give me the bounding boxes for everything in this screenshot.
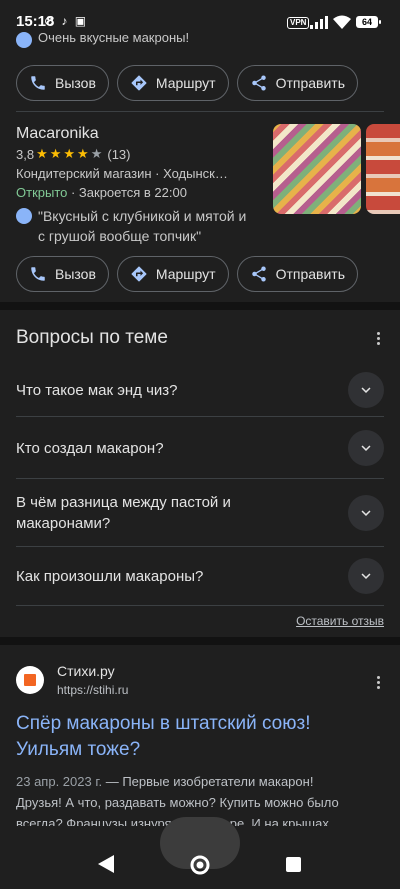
chevron-down-icon[interactable] bbox=[348, 430, 384, 466]
call-label: Вызов bbox=[55, 266, 96, 282]
signal-icon bbox=[310, 16, 328, 29]
share-label: Отправить bbox=[275, 75, 345, 91]
star-icon: ★ bbox=[77, 146, 89, 161]
call-button[interactable]: Вызов bbox=[16, 256, 109, 292]
share-button[interactable]: Отправить bbox=[236, 65, 358, 101]
recents-square-icon[interactable] bbox=[286, 857, 301, 872]
place-photo[interactable] bbox=[273, 124, 361, 214]
snippet-text: Друзья! А что, раздавать можно? Купить м… bbox=[16, 795, 339, 810]
rating-value: 3,8 bbox=[16, 146, 35, 162]
star-icon: ★ bbox=[36, 146, 48, 161]
rating-count: (13) bbox=[107, 146, 131, 162]
question-text: Что такое мак энд чиз? bbox=[16, 381, 178, 399]
result-title-link[interactable]: Спёр макароны в штатский союз! Уильям то… bbox=[16, 711, 384, 763]
closing-time: · Закроется в 22:00 bbox=[67, 185, 187, 200]
battery-icon: 64 bbox=[356, 16, 381, 28]
result-date: 23 апр. 2023 г. bbox=[16, 774, 103, 789]
vpn-icon: VPN bbox=[287, 17, 310, 29]
place-review: "Вкусный с клубникой и мятой и с грушой … bbox=[16, 206, 266, 246]
section-separator bbox=[0, 637, 400, 645]
call-label: Вызов bbox=[55, 75, 96, 91]
divider bbox=[16, 416, 384, 417]
divider bbox=[16, 605, 384, 606]
review-line: "Вкусный с клубникой и мятой и bbox=[38, 208, 247, 224]
star-empty-icon: ★ bbox=[90, 146, 103, 161]
star-icon: ★ bbox=[49, 146, 62, 161]
question-item[interactable]: В чём разница между пастой и макаронами? bbox=[16, 482, 384, 544]
place-name: Macaronika bbox=[16, 125, 99, 142]
call-button[interactable]: Вызов bbox=[16, 65, 109, 101]
review-snippet: Очень вкусные макроны! bbox=[38, 30, 190, 45]
questions-title: Вопросы по теме bbox=[16, 327, 168, 348]
chevron-down-icon[interactable] bbox=[348, 495, 384, 531]
chevron-down-icon[interactable] bbox=[348, 372, 384, 408]
more-vert-icon[interactable] bbox=[372, 676, 384, 689]
section-separator bbox=[0, 302, 400, 310]
chevron-down-icon[interactable] bbox=[348, 558, 384, 594]
question-text: Как произошли макароны? bbox=[16, 567, 204, 585]
site-name[interactable]: Стихи.ру bbox=[57, 663, 115, 679]
route-button[interactable]: Маршрут bbox=[116, 65, 229, 101]
question-item[interactable]: Кто создал макарон? bbox=[16, 420, 384, 476]
question-item[interactable]: Что такое мак энд чиз? bbox=[16, 364, 384, 416]
home-circle-icon[interactable] bbox=[190, 855, 210, 875]
place-photo[interactable] bbox=[366, 124, 400, 214]
route-button[interactable]: Маршрут bbox=[116, 256, 229, 292]
question-item[interactable]: Как произошли макароны? bbox=[16, 550, 384, 602]
question-text: Кто создал макарон? bbox=[16, 439, 164, 457]
result-title-line: Уильям тоже? bbox=[16, 739, 141, 760]
wifi-icon bbox=[333, 15, 351, 29]
route-label: Маршрут bbox=[155, 75, 216, 91]
place-listing[interactable]: Macaronika 3,8 ★ ★ ★ ★ ★ (13) Кондитерск… bbox=[16, 125, 266, 246]
reviewer-avatar bbox=[16, 208, 32, 224]
back-triangle-icon[interactable] bbox=[98, 855, 114, 873]
divider bbox=[16, 111, 384, 112]
star-icon: ★ bbox=[63, 146, 76, 161]
directions-icon bbox=[131, 75, 147, 91]
review-line: с грушой вообще топчик" bbox=[38, 228, 202, 244]
site-favicon bbox=[16, 666, 44, 694]
divider bbox=[16, 478, 384, 479]
snippet-text: — Первые изобретатели макарон! bbox=[102, 774, 314, 789]
status-notification-icons: ⊘ ♪ ▣ bbox=[44, 14, 89, 28]
question-text: В чём разница между пастой и макаронами? bbox=[16, 494, 231, 532]
place-rating: 3,8 ★ ★ ★ ★ ★ (13) bbox=[16, 146, 266, 162]
phone-icon bbox=[31, 267, 45, 281]
divider bbox=[16, 546, 384, 547]
share-label: Отправить bbox=[275, 266, 345, 282]
share-icon bbox=[251, 266, 266, 282]
place-category-address: Кондитерский магазин · Ходынск… bbox=[16, 166, 228, 181]
place-hours: Открыто · Закроется в 22:00 bbox=[16, 185, 266, 200]
more-vert-icon[interactable] bbox=[372, 332, 384, 345]
result-title-line: Спёр макароны в штатский союз! bbox=[16, 713, 311, 734]
directions-icon bbox=[131, 266, 147, 282]
feedback-link[interactable]: Оставить отзыв bbox=[296, 614, 384, 628]
route-label: Маршрут bbox=[155, 266, 216, 282]
site-url[interactable]: https://stihi.ru bbox=[57, 683, 128, 697]
open-status: Открыто bbox=[16, 185, 68, 200]
share-icon bbox=[251, 75, 266, 91]
share-button[interactable]: Отправить bbox=[236, 256, 358, 292]
reviewer-avatar bbox=[16, 32, 32, 48]
phone-icon bbox=[31, 76, 45, 90]
place-actions: Вызов Маршрут Отправить bbox=[16, 256, 358, 292]
top-actions: Вызов Маршрут Отправить bbox=[16, 65, 358, 101]
